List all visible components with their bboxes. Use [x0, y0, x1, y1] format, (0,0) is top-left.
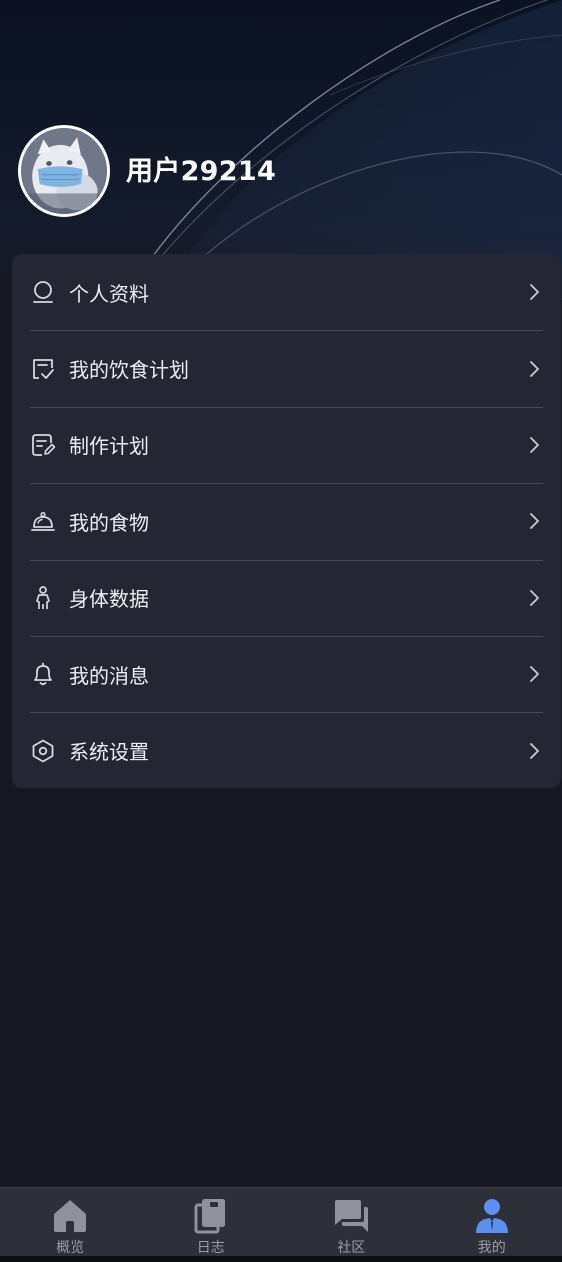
avatar[interactable]: [18, 125, 110, 217]
menu-item-label: 我的食物: [69, 510, 149, 535]
tab-label: 社区: [337, 1240, 366, 1256]
menu-item-label: 个人资料: [69, 281, 149, 306]
chevron-right-icon: [527, 512, 541, 530]
bottom-tab-bar: 概览 日志 社区 我的: [0, 1187, 562, 1262]
chevron-right-icon: [527, 589, 541, 607]
menu-item-messages[interactable]: 我的消息: [12, 635, 561, 712]
menu-item-body-data[interactable]: 身体数据: [12, 559, 561, 636]
chevron-right-icon: [527, 360, 541, 378]
menu-item-my-food[interactable]: 我的食物: [12, 483, 561, 559]
checklist-icon: [30, 356, 56, 382]
menu-card: 个人资料 我的饮食计划 制作计划 我的食物 身体数据 我的消息 系统设置: [12, 254, 561, 788]
chat-icon: [332, 1197, 370, 1235]
profile-screen: 用户29214 个人资料 我的饮食计划 制作计划 我的食物 身体数据 我的消息 …: [0, 0, 562, 1262]
tab-label: 日志: [196, 1240, 225, 1256]
menu-item-settings[interactable]: 系统设置: [12, 712, 561, 788]
food-cloche-icon: [30, 508, 56, 534]
edit-plan-icon: [30, 432, 56, 458]
journal-icon: [192, 1197, 230, 1235]
chevron-right-icon: [527, 436, 541, 454]
menu-item-label: 我的消息: [69, 663, 149, 688]
home-icon: [51, 1197, 89, 1235]
menu-item-label: 我的饮食计划: [69, 358, 189, 383]
cat-with-mask-avatar-icon: [21, 128, 107, 214]
chevron-right-icon: [527, 742, 541, 760]
tab-community[interactable]: 社区: [281, 1188, 422, 1262]
user-icon: [30, 279, 56, 305]
tab-label: 概览: [56, 1240, 85, 1256]
username: 用户29214: [126, 156, 277, 187]
person-icon: [30, 585, 56, 611]
menu-item-diet-plan[interactable]: 我的饮食计划: [12, 330, 561, 406]
tab-label: 我的: [477, 1240, 506, 1256]
menu-item-label: 身体数据: [69, 587, 149, 612]
menu-item-profile[interactable]: 个人资料: [12, 254, 561, 330]
bell-icon: [30, 661, 56, 687]
home-indicator-bar: [0, 1256, 562, 1262]
menu-item-label: 系统设置: [69, 740, 149, 765]
tab-journal[interactable]: 日志: [141, 1188, 282, 1262]
chevron-right-icon: [527, 283, 541, 301]
tab-mine[interactable]: 我的: [422, 1188, 562, 1262]
chevron-right-icon: [527, 665, 541, 683]
menu-item-make-plan[interactable]: 制作计划: [12, 406, 561, 483]
settings-hexagon-icon: [30, 738, 56, 764]
profile-icon: [473, 1197, 511, 1235]
menu-item-label: 制作计划: [69, 434, 149, 459]
tab-overview[interactable]: 概览: [0, 1188, 141, 1262]
